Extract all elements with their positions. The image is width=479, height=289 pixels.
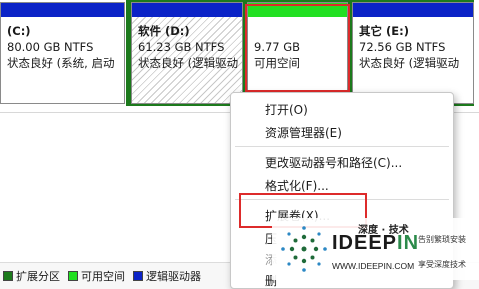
watermark: 深度 · 技术 IDEEPIN WWW.IDEEPIN.COM 告别繁琐安装 享… bbox=[272, 218, 479, 280]
partition-c-name: (C:) bbox=[7, 24, 31, 38]
partition-c-size: 80.00 GB NTFS bbox=[7, 40, 94, 54]
partition-e-status: 状态良好 (逻辑驱动 bbox=[359, 56, 460, 70]
menu-item-explorer[interactable]: 资源管理器(E) bbox=[265, 124, 342, 141]
partition-unallocated[interactable]: 9.77 GB 可用空间 bbox=[247, 2, 348, 104]
legend-item-free: 可用空间 bbox=[68, 268, 125, 284]
menu-separator bbox=[235, 199, 449, 200]
watermark-brand-a: IDEEP bbox=[332, 232, 398, 254]
legend-item-extended: 扩展分区 bbox=[3, 268, 60, 284]
partition-d[interactable]: 软件 (D:) 61.23 GB NTFS 状态良好 (逻辑驱动 bbox=[131, 2, 243, 104]
legend-label-extended: 扩展分区 bbox=[16, 270, 60, 283]
watermark-brand: IDEEPIN bbox=[332, 232, 419, 255]
menu-item-open[interactable]: 打开(O) bbox=[265, 101, 308, 118]
partition-e-bar bbox=[353, 3, 473, 17]
partition-e[interactable]: 其它 (E:) 72.56 GB NTFS 状态良好 (逻辑驱动 bbox=[352, 2, 474, 104]
menu-item-format[interactable]: 格式化(F)... bbox=[265, 177, 329, 194]
partition-c-bar bbox=[1, 3, 124, 17]
partition-d-bar bbox=[132, 3, 242, 17]
watermark-slogan-1: 告别繁琐安装 bbox=[418, 235, 466, 244]
partition-e-size: 72.56 GB NTFS bbox=[359, 40, 446, 54]
partition-c[interactable]: (C:) 80.00 GB NTFS 状态良好 (系统, 启动 bbox=[0, 2, 125, 104]
legend-swatch-logical bbox=[133, 271, 143, 281]
legend-swatch-extended bbox=[3, 271, 13, 281]
partition-free-size: 9.77 GB bbox=[254, 40, 301, 54]
menu-item-change-drive-letter[interactable]: 更改驱动器号和路径(C)... bbox=[265, 154, 402, 171]
legend-item-logical: 逻辑驱动器 bbox=[133, 268, 201, 284]
partition-free-bar bbox=[248, 3, 347, 17]
ideepin-logo-icon bbox=[281, 226, 327, 272]
partition-c-status: 状态良好 (系统, 启动 bbox=[7, 56, 115, 70]
legend-label-logical: 逻辑驱动器 bbox=[146, 270, 201, 283]
watermark-brand-b: IN bbox=[397, 232, 420, 254]
menu-separator bbox=[235, 146, 449, 147]
partition-d-name: 软件 (D:) bbox=[138, 24, 190, 38]
legend-label-free: 可用空间 bbox=[81, 270, 125, 283]
partition-free-name bbox=[254, 23, 347, 39]
watermark-url: WWW.IDEEPIN.COM bbox=[332, 261, 415, 271]
partition-free-status: 可用空间 bbox=[254, 56, 300, 70]
partition-d-size: 61.23 GB NTFS bbox=[138, 40, 225, 54]
legend-swatch-free bbox=[68, 271, 78, 281]
watermark-slogan-2: 享受深度技术 bbox=[418, 260, 466, 269]
partition-d-status: 状态良好 (逻辑驱动 bbox=[138, 56, 239, 70]
partition-e-name: 其它 (E:) bbox=[359, 24, 409, 38]
